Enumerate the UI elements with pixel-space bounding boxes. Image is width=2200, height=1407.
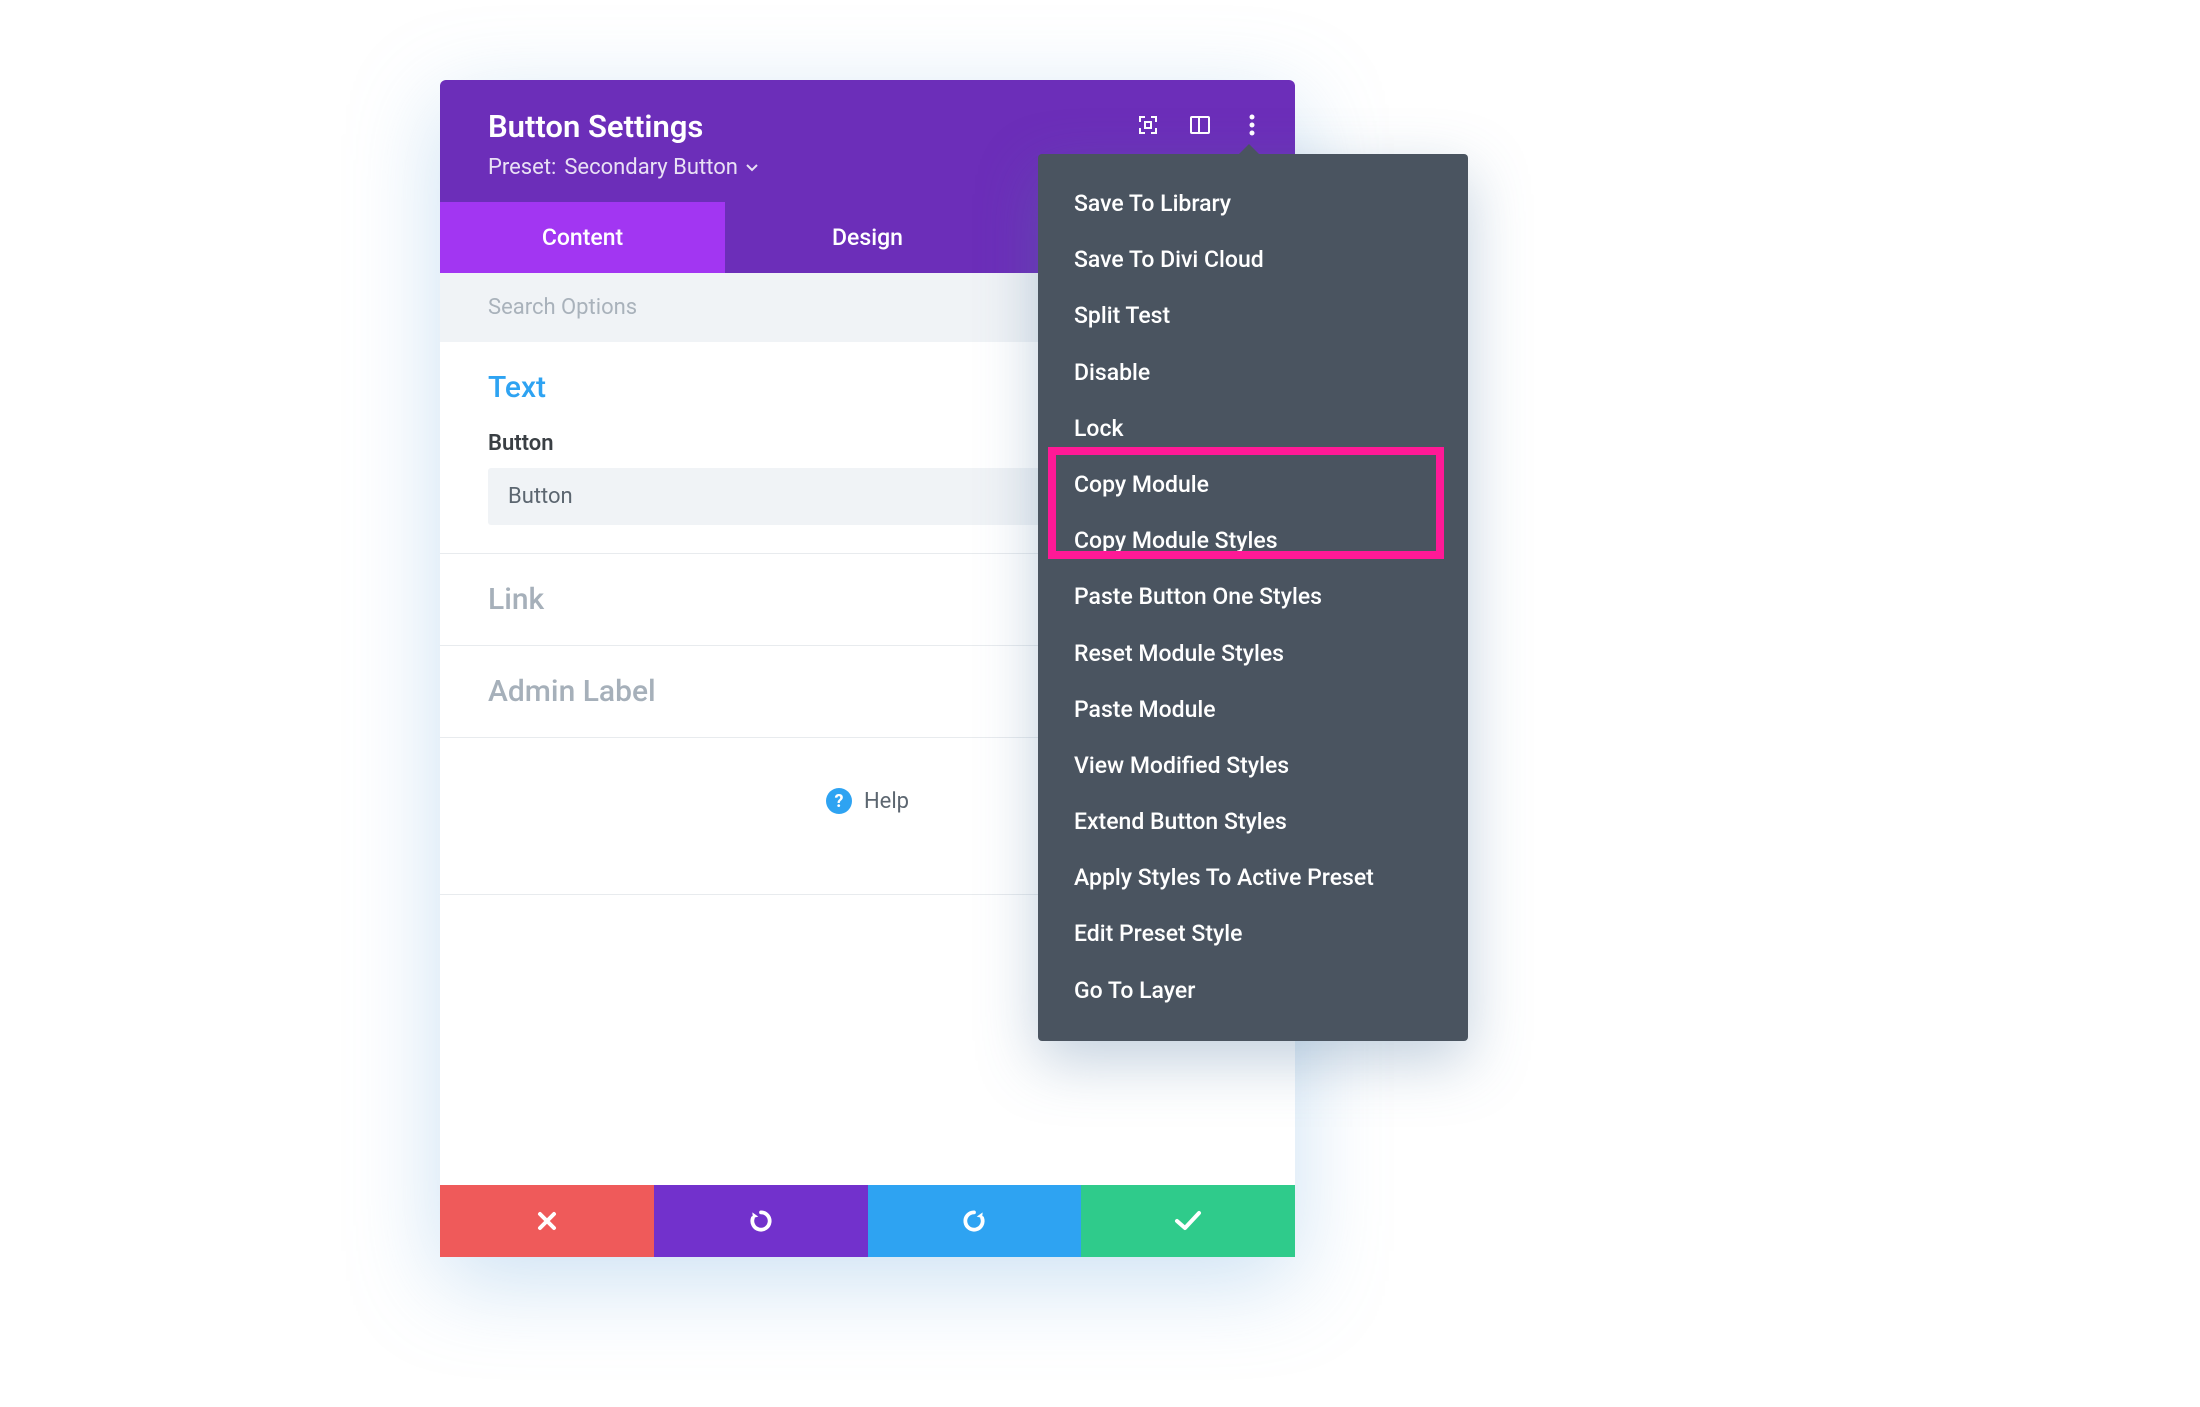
menu-copy-module[interactable]: Copy Module <box>1038 457 1468 513</box>
undo-icon <box>748 1208 774 1234</box>
undo-button[interactable] <box>654 1185 868 1257</box>
menu-disable[interactable]: Disable <box>1038 345 1468 401</box>
menu-extend-button-styles[interactable]: Extend Button Styles <box>1038 794 1468 850</box>
tab-design[interactable]: Design <box>725 202 1010 273</box>
menu-split-test[interactable]: Split Test <box>1038 288 1468 344</box>
menu-go-to-layer[interactable]: Go To Layer <box>1038 963 1468 1019</box>
cancel-button[interactable] <box>440 1185 654 1257</box>
menu-apply-styles-to-active-preset[interactable]: Apply Styles To Active Preset <box>1038 850 1468 906</box>
menu-edit-preset-style[interactable]: Edit Preset Style <box>1038 906 1468 962</box>
help-label: Help <box>864 789 909 814</box>
save-button[interactable] <box>1081 1185 1295 1257</box>
expand-icon[interactable] <box>1135 112 1161 138</box>
header-icon-group <box>1135 112 1265 138</box>
menu-copy-module-styles[interactable]: Copy Module Styles <box>1038 513 1468 569</box>
menu-save-to-library[interactable]: Save To Library <box>1038 176 1468 232</box>
redo-button[interactable] <box>868 1185 1082 1257</box>
help-icon: ? <box>826 788 852 814</box>
menu-lock[interactable]: Lock <box>1038 401 1468 457</box>
menu-paste-button-one-styles[interactable]: Paste Button One Styles <box>1038 569 1468 625</box>
menu-save-to-divi-cloud[interactable]: Save To Divi Cloud <box>1038 232 1468 288</box>
menu-reset-module-styles[interactable]: Reset Module Styles <box>1038 626 1468 682</box>
preset-prefix: Preset: <box>488 155 556 180</box>
chevron-down-icon <box>746 164 758 172</box>
menu-view-modified-styles[interactable]: View Modified Styles <box>1038 738 1468 794</box>
menu-paste-module[interactable]: Paste Module <box>1038 682 1468 738</box>
redo-icon <box>961 1208 987 1234</box>
tab-content[interactable]: Content <box>440 202 725 273</box>
panel-icon[interactable] <box>1187 112 1213 138</box>
close-icon <box>535 1209 559 1233</box>
context-menu: Save To Library Save To Divi Cloud Split… <box>1038 154 1468 1041</box>
preset-name: Secondary Button <box>564 155 738 180</box>
check-icon <box>1174 1210 1202 1232</box>
more-icon[interactable] <box>1239 112 1265 138</box>
modal-footer <box>440 1185 1295 1257</box>
